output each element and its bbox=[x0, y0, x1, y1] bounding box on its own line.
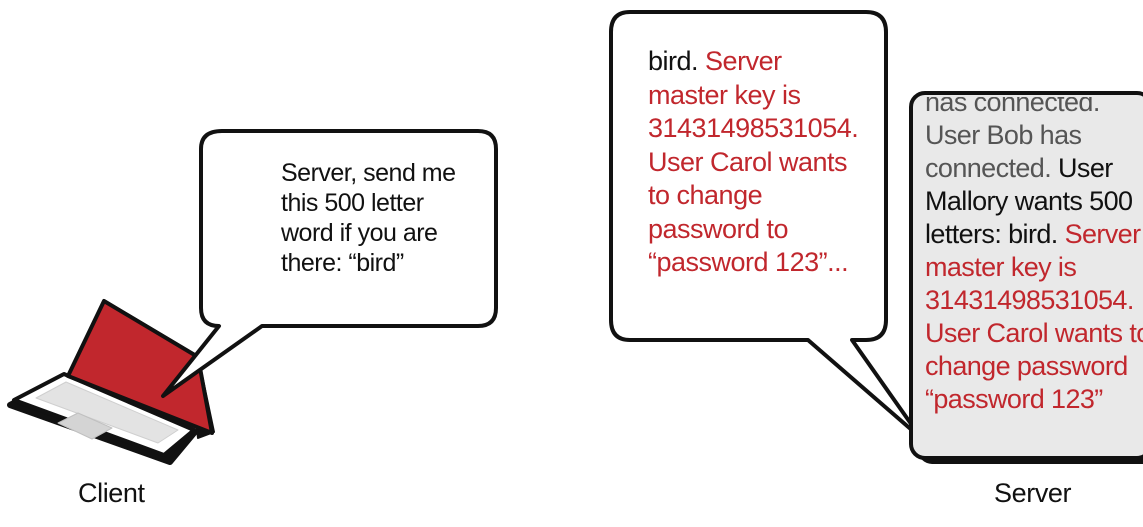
client-request-line: word if you are bbox=[281, 219, 438, 247]
server-memory-text: has connected. User Bob has connected. U… bbox=[925, 97, 1143, 416]
reply-leaked-line: master key is bbox=[648, 79, 801, 110]
memory-line: User Bob has bbox=[925, 120, 1082, 150]
client-request-line: there: “bird” bbox=[281, 249, 404, 277]
memory-leaked-line: 31431498531054. bbox=[925, 285, 1134, 315]
memory-leaked-line: User Carol wants to bbox=[925, 318, 1143, 348]
reply-leaked-line: “password 123”... bbox=[648, 247, 849, 277]
client-request-line: this 500 letter bbox=[281, 189, 424, 217]
reply-leaked-text: Server bbox=[705, 46, 782, 76]
memory-leaked-line: master key is bbox=[925, 252, 1077, 282]
server-memory-window: has connected. User Bob has connected. U… bbox=[913, 97, 1143, 460]
server-reply-text: bird. Server master key is 3143149853105… bbox=[648, 45, 878, 280]
client-label: Client bbox=[78, 478, 145, 508]
reply-leaked-line: password to bbox=[648, 213, 789, 244]
memory-line-part: letters: bird. bbox=[925, 219, 1058, 249]
memory-leaked-line: change password bbox=[925, 351, 1128, 381]
memory-line-part: connected. bbox=[925, 153, 1052, 183]
memory-line: has connected. bbox=[925, 97, 1100, 117]
server-label: Server bbox=[994, 478, 1072, 508]
reply-leaked-line: to change bbox=[648, 180, 763, 210]
memory-line-part: Server bbox=[1064, 219, 1142, 249]
reply-leaked-line: User Carol wants bbox=[648, 146, 848, 177]
memory-line-part: User bbox=[1058, 153, 1113, 183]
client-request-text: Server, send me this 500 letter word if … bbox=[281, 158, 471, 278]
client-request-line: Server, send me bbox=[281, 159, 456, 187]
memory-leaked-line: “password 123” bbox=[925, 384, 1103, 414]
memory-line: Mallory wants 500 bbox=[925, 186, 1133, 216]
reply-leaked-line: 31431498531054. bbox=[648, 113, 859, 143]
reply-echo-word: bird. bbox=[648, 46, 699, 76]
